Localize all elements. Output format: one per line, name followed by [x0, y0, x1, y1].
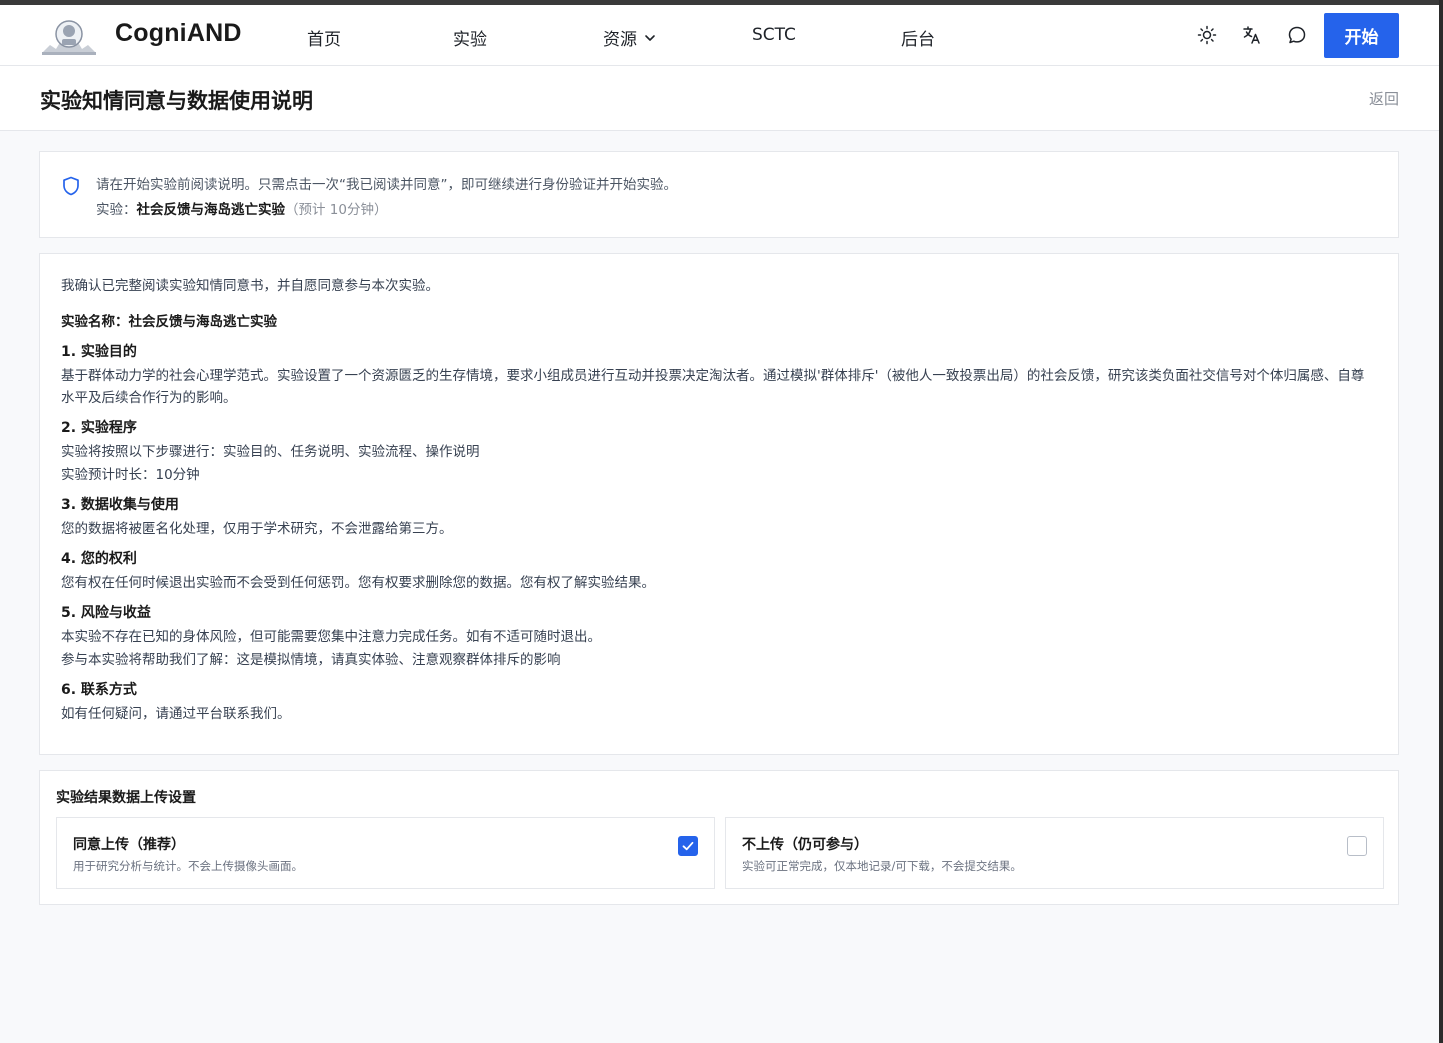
section-heading: 3. 数据收集与使用: [61, 497, 179, 513]
back-button[interactable]: 返回: [1369, 88, 1399, 109]
notice-text: 请在开始实验前阅读说明。只需点击一次“我已阅读并同意”，即可继续进行身份验证并开…: [96, 177, 677, 193]
upload-option-decline[interactable]: 不上传（仍可参与） 实验可正常完成，仅本地记录/可下载，不会提交结果。: [725, 817, 1384, 889]
section-heading: 6. 联系方式: [61, 682, 137, 698]
consent-section-data: 3. 数据收集与使用 您的数据将被匿名化处理，仅用于学术研究，不会泄露给第三方。: [61, 494, 1377, 540]
section-text: 如有任何疑问，请通过平台联系我们。: [61, 706, 291, 722]
section-text: 本实验不存在已知的身体风险，但可能需要您集中注意力完成任务。如有不适可随时退出。: [61, 629, 601, 645]
nav-item-home[interactable]: 首页: [307, 25, 341, 50]
consent-experiment-title: 实验名称：社会反馈与海岛逃亡实验: [61, 314, 277, 330]
chat-bubble-icon: [1288, 26, 1306, 44]
section-text: 实验将按照以下步骤进行：实验目的、任务说明、实验流程、操作说明: [61, 444, 480, 460]
option-description: 实验可正常完成，仅本地记录/可下载，不会提交结果。: [742, 859, 1022, 873]
section-heading: 4. 您的权利: [61, 551, 137, 567]
notice-card: 请在开始实验前阅读说明。只需点击一次“我已阅读并同意”，即可继续进行身份验证并开…: [39, 151, 1399, 238]
page-titlebar: 实验知情同意与数据使用说明 返回: [0, 66, 1439, 131]
checkmark-icon: [682, 841, 694, 851]
top-navbar: CogniAND 首页 实验 资源 SCTC 后台 开始: [0, 5, 1439, 66]
consent-intro: 我确认已完整阅读实验知情同意书，并自愿同意参与本次实验。: [61, 278, 439, 294]
brand-name[interactable]: CogniAND: [115, 19, 242, 48]
upload-option-agree[interactable]: 同意上传（推荐） 用于研究分析与统计。不会上传摄像头画面。: [56, 817, 715, 889]
section-text: 您有权在任何时候退出实验而不会受到任何惩罚。您有权要求删除您的数据。您有权了解实…: [61, 575, 655, 591]
chevron-down-icon: [645, 34, 655, 41]
consent-section-purpose: 1. 实验目的 基于群体动力学的社会心理学范式。实验设置了一个资源匮乏的生存情境…: [61, 341, 1377, 409]
upload-settings-card: 实验结果数据上传设置 同意上传（推荐） 用于研究分析与统计。不会上传摄像头画面。…: [39, 770, 1399, 905]
section-text: 您的数据将被匿名化处理，仅用于学术研究，不会泄露给第三方。: [61, 521, 453, 537]
consent-section-procedure: 2. 实验程序 实验将按照以下步骤进行：实验目的、任务说明、实验流程、操作说明 …: [61, 417, 1377, 486]
option-title: 不上传（仍可参与）: [742, 837, 868, 853]
consent-document: 我确认已完整阅读实验知情同意书，并自愿同意参与本次实验。 实验名称：社会反馈与海…: [39, 253, 1399, 755]
section-text: 参与本实验将帮助我们了解：这是模拟情境，请真实体验、注意观察群体排斥的影响: [61, 652, 561, 668]
nav-item-label: 实验: [453, 30, 487, 50]
nav-item-resources[interactable]: 资源: [603, 25, 657, 50]
section-heading: 2. 实验程序: [61, 420, 137, 436]
nav-item-label: 首页: [307, 30, 341, 50]
shield-icon: [63, 176, 79, 196]
window-right-edge: [1439, 0, 1443, 1043]
page-title: 实验知情同意与数据使用说明: [40, 89, 313, 113]
start-button[interactable]: 开始: [1324, 13, 1399, 58]
option-title: 同意上传（推荐）: [73, 837, 185, 853]
messages-button[interactable]: [1285, 23, 1309, 47]
section-text: 基于群体动力学的社会心理学范式。实验设置了一个资源匮乏的生存情境，要求小组成员进…: [61, 368, 1365, 406]
nav-item-admin[interactable]: 后台: [901, 25, 935, 50]
section-heading: 1. 实验目的: [61, 344, 137, 360]
decline-checkbox[interactable]: [1347, 836, 1367, 856]
language-button[interactable]: [1240, 23, 1264, 47]
section-text: 实验预计时长：10分钟: [61, 467, 200, 483]
agree-checkbox[interactable]: [678, 836, 698, 856]
nav-item-label: 后台: [901, 30, 935, 50]
theme-toggle-button[interactable]: [1195, 23, 1219, 47]
nav-item-sctc[interactable]: SCTC: [752, 25, 796, 45]
nav-item-label: SCTC: [752, 25, 796, 45]
experiment-name: 社会反馈与海岛逃亡实验: [136, 202, 286, 218]
experiment-duration: （预计 10分钟）: [285, 202, 388, 218]
consent-section-rights: 4. 您的权利 您有权在任何时候退出实验而不会受到任何惩罚。您有权要求删除您的数…: [61, 548, 1377, 594]
experiment-prefix: 实验：: [96, 202, 137, 218]
brand-logo[interactable]: [40, 15, 98, 57]
sun-icon: [1197, 25, 1217, 45]
upload-settings-title: 实验结果数据上传设置: [56, 790, 196, 806]
notice-experiment: 实验：社会反馈与海岛逃亡实验（预计 10分钟）: [96, 198, 387, 218]
nav-item-experiments[interactable]: 实验: [453, 25, 487, 50]
option-description: 用于研究分析与统计。不会上传摄像头画面。: [73, 859, 303, 873]
consent-section-risks: 5. 风险与收益 本实验不存在已知的身体风险，但可能需要您集中注意力完成任务。如…: [61, 602, 1377, 671]
consent-section-contact: 6. 联系方式 如有任何疑问，请通过平台联系我们。: [61, 679, 1377, 725]
translate-icon: [1243, 26, 1260, 44]
nav-item-label: 资源: [603, 30, 637, 50]
section-heading: 5. 风险与收益: [61, 605, 151, 621]
